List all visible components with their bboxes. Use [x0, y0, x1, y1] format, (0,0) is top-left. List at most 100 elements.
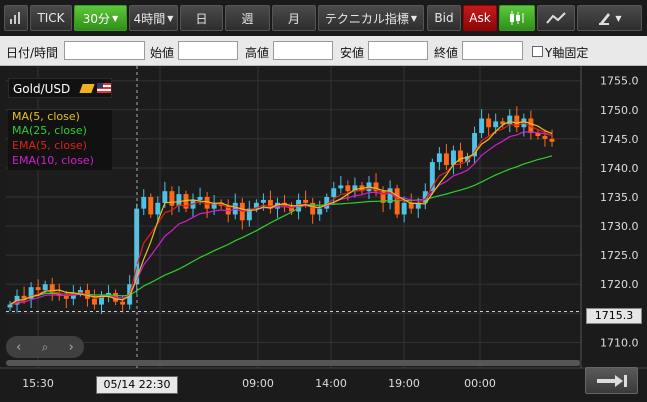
yaxis-fix-label: Y軸固定 — [545, 46, 589, 60]
candle-body — [169, 191, 175, 206]
y-tick-label: 1745.0 — [600, 133, 639, 146]
candle-body — [486, 118, 492, 128]
candle-body — [232, 202, 238, 215]
bid-label: Bid — [434, 11, 454, 25]
candle-body — [345, 185, 351, 192]
chart-settings-icon[interactable] — [4, 5, 28, 31]
zoom-controls: ‹ ⌕ › — [6, 336, 84, 358]
month-label: 月 — [287, 11, 300, 26]
zoom-icon[interactable]: ⌕ — [42, 340, 49, 355]
candle-body — [549, 138, 555, 142]
candle-body — [197, 197, 203, 200]
y-tick-label: 1730.0 — [600, 220, 639, 233]
us-flag-icon — [97, 83, 111, 93]
scroll-right-icon[interactable]: › — [69, 340, 74, 355]
current-price-label: 1715.3 — [586, 308, 642, 324]
y-tick-label: 1720.0 — [600, 278, 639, 291]
x-tick-label: 09:00 — [242, 377, 274, 390]
y-tick-label: 1710.0 — [600, 336, 639, 349]
low-field[interactable] — [368, 41, 428, 60]
candle-body — [436, 153, 442, 163]
candle-body — [260, 199, 266, 203]
draw-tool-dropdown[interactable]: ▼ — [577, 5, 642, 31]
bid-button[interactable]: Bid — [427, 5, 461, 31]
chevron-down-icon: ▼ — [410, 13, 418, 23]
interval-label: 30分 — [82, 11, 111, 26]
x-tick-label: 00:00 — [464, 377, 496, 390]
x-tick-label: 14:00 — [315, 377, 347, 390]
y-tick-label: 1725.0 — [600, 249, 639, 262]
pen-icon — [599, 13, 611, 25]
tech-label: テクニカル指標 — [324, 11, 409, 26]
high-field[interactable] — [273, 41, 333, 60]
cursor-date-label: 05/14 22:30 — [96, 376, 178, 394]
legend-ma5: MA(5, close) — [12, 110, 80, 123]
legend-ema5: EMA(5, close) — [12, 139, 87, 152]
ohlc-bar: 日付/時間 始値 高値 安値 終値 Y軸固定 — [0, 36, 647, 66]
month-button[interactable]: 月 — [272, 5, 316, 31]
datetime-label: 日付/時間 — [6, 46, 59, 60]
yaxis-fix-checkbox[interactable] — [532, 46, 543, 57]
arrow-right-end-icon — [596, 374, 627, 387]
chart-area[interactable]: 1755.0 1750.0 1745.0 1740.0 1735.0 1730.0 1725… — [0, 66, 647, 402]
candle-body — [331, 188, 337, 198]
candle-body — [92, 298, 97, 305]
candle-body — [303, 199, 309, 203]
interval-4h-button[interactable]: 4時間 ▼ — [129, 5, 178, 31]
candle-body — [141, 197, 147, 209]
week-button[interactable]: 週 — [225, 5, 270, 31]
y-tick-label: 1750.0 — [600, 104, 639, 117]
close-field[interactable] — [462, 41, 523, 60]
y-tick-label: 1740.0 — [600, 162, 639, 175]
technical-indicator-dropdown[interactable]: テクニカル指標 ▼ — [318, 5, 424, 31]
candle-body — [338, 185, 344, 189]
candle-body — [7, 304, 13, 308]
scrollbar-thumb[interactable] — [6, 360, 580, 366]
line-chart-icon[interactable] — [537, 5, 575, 31]
symbol-label: Gold/USD — [13, 82, 71, 96]
legend-ma25: MA(25, close) — [12, 124, 87, 137]
candle-body — [42, 284, 48, 291]
gold-icon — [79, 84, 95, 93]
candlestick-icon[interactable] — [499, 5, 535, 31]
low-label: 安値 — [340, 46, 365, 60]
x-tick-label: 19:00 — [388, 377, 420, 390]
candle-body — [542, 135, 548, 139]
candle-body — [507, 115, 513, 125]
legend-ema10: EMA(10, close) — [12, 154, 94, 167]
candle-body — [493, 121, 499, 128]
open-field[interactable] — [178, 41, 238, 60]
ask-label: Ask — [469, 11, 491, 25]
candle-body — [479, 118, 485, 134]
candle-body — [120, 301, 126, 305]
candle-body — [317, 208, 323, 215]
y-tick-label: 1755.0 — [600, 75, 639, 88]
jump-to-latest-button[interactable] — [585, 367, 638, 394]
candle-body — [162, 191, 168, 203]
scroll-left-icon[interactable]: ‹ — [16, 340, 21, 355]
day-button[interactable]: 日 — [180, 5, 223, 31]
ask-button[interactable]: Ask — [463, 5, 497, 31]
chevron-down-icon: ▼ — [112, 13, 119, 23]
datetime-field[interactable] — [64, 41, 145, 60]
chevron-down-icon: ▼ — [167, 13, 174, 23]
symbol-box: Gold/USD — [8, 78, 112, 98]
tick-button[interactable]: TICK — [30, 5, 72, 31]
interval-30min-button[interactable]: 30分 ▼ — [74, 5, 127, 31]
open-label: 始値 — [150, 46, 175, 60]
horizontal-scrollbar[interactable] — [6, 360, 582, 366]
x-tick-label: 15:30 — [22, 377, 54, 390]
chevron-down-icon: ▼ — [615, 13, 622, 23]
candle-body — [155, 202, 161, 215]
candle-body — [148, 197, 154, 215]
close-label: 終値 — [434, 46, 459, 60]
range-label: 4時間 — [133, 11, 166, 26]
candle-body — [401, 202, 407, 215]
y-tick-label: 1735.0 — [600, 191, 639, 204]
candle-body — [443, 153, 449, 166]
tick-label: TICK — [37, 11, 65, 25]
candle-body — [176, 194, 182, 206]
candle-body — [35, 287, 41, 291]
day-label: 日 — [195, 11, 208, 26]
week-label: 週 — [241, 11, 254, 26]
